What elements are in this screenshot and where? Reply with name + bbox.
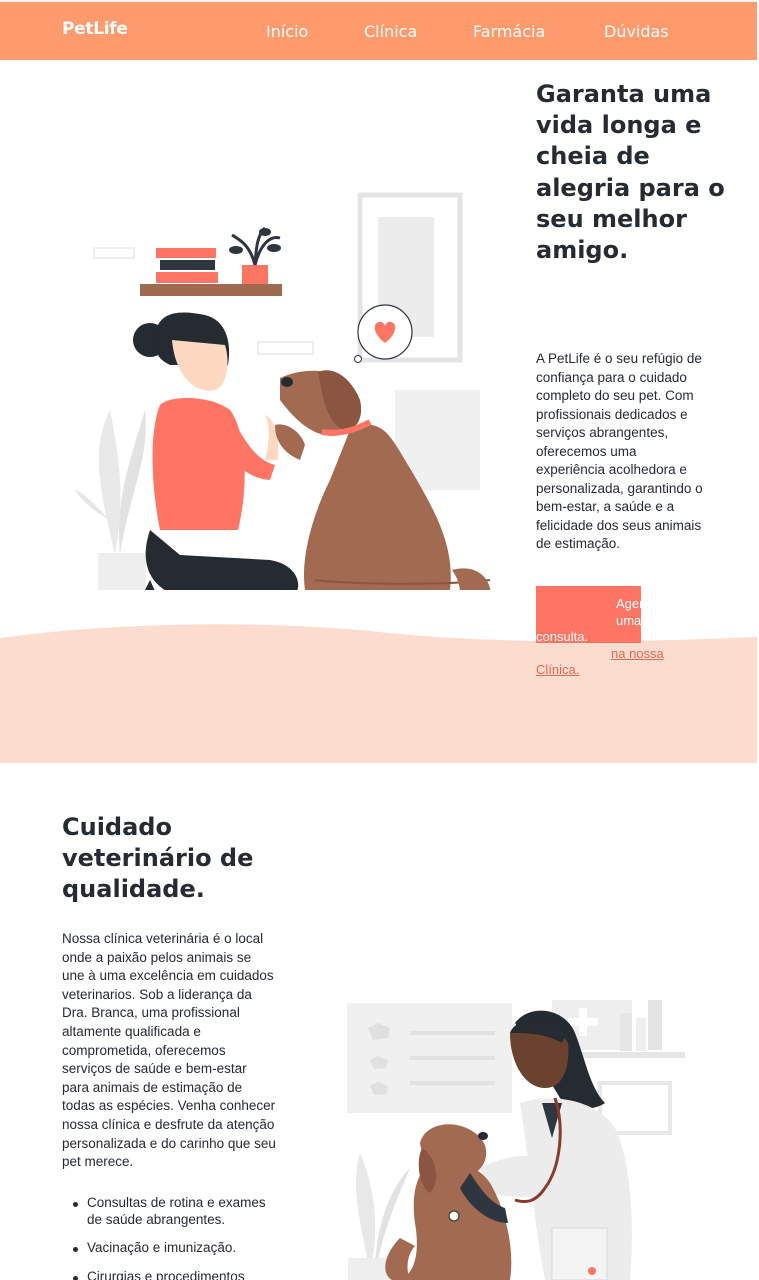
woman-and-dog-illustration [75,192,491,590]
cta-line-3: Clínica. [536,662,580,677]
hero-section: Garanta uma vida longa e cheia de alegri… [0,60,757,763]
vet-and-dog-illustration [347,1000,685,1280]
clinic-section: Cuidado veterinário de qualidade. Nossa … [0,763,759,1280]
nav-link-duvidas[interactable]: Dúvidas [604,22,669,41]
list-item: Vacinação e imunização. [62,1240,277,1257]
clinic-title: Cuidado veterinário de qualidade. [62,813,254,904]
clinic-services-list: Consultas de rotina e exames de saúde ab… [62,1195,277,1280]
cta-line-hidden: Agende uma [616,596,661,628]
list-item: Cirurgias e procedimentos [62,1269,277,1280]
list-item: Consultas de rotina e exames de saúde ab… [62,1195,277,1228]
hero-description: A PetLife é o seu refúgio de confiança p… [536,351,703,551]
nav-link-clinica[interactable]: Clínica [364,22,417,41]
hero-title: Garanta uma vida longa e cheia de alegri… [536,80,725,265]
nav-link-farmacia[interactable]: Farmácia [473,22,545,41]
cta-line-1: consulta. [536,629,589,644]
logo[interactable]: PetLife [62,19,128,39]
nav-link-inicio[interactable]: Início [266,22,308,41]
top-navbar: PetLife Início Clínica Farmácia Dúvidas [0,0,757,60]
schedule-appointment-link[interactable]: Agende uma consulta. na nossa Clínica. [536,596,676,679]
clinic-description: Nossa clínica veterinária é o local onde… [62,931,276,1170]
cta-line-2: na nossa [611,645,664,661]
